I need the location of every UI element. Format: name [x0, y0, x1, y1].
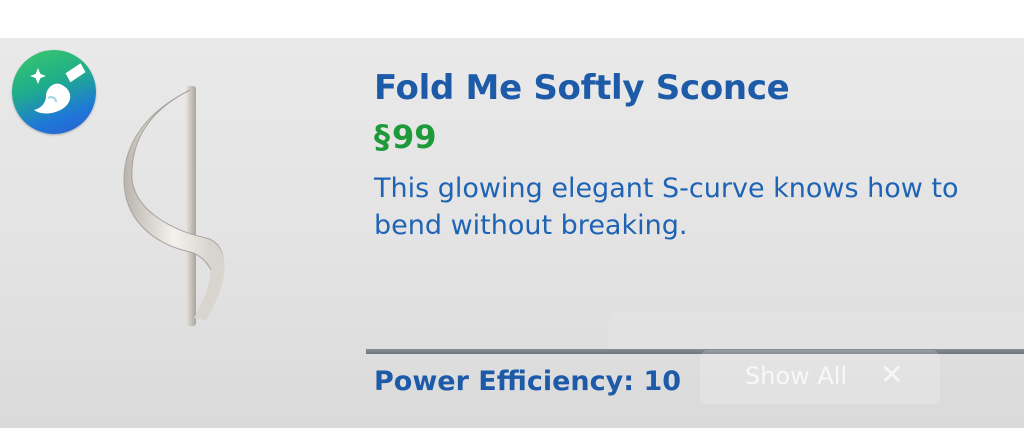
sparkle-brush-icon: [30, 63, 86, 114]
item-title: Fold Me Softly Sconce: [374, 68, 790, 108]
item-description: This glowing elegant S-curve knows how t…: [374, 173, 959, 241]
show-all-label[interactable]: Show All: [745, 362, 847, 390]
item-price: §99: [374, 118, 437, 156]
simoleon-currency-icon: §: [374, 118, 390, 156]
power-efficiency-stat: Power Efficiency: 10: [374, 366, 682, 397]
overlay-panel: [608, 312, 1024, 352]
create-mode-badge-icon[interactable]: [12, 50, 96, 134]
close-icon[interactable]: ✕: [880, 358, 903, 391]
price-value: 99: [392, 118, 437, 156]
sconce-thumbnail: [123, 86, 225, 326]
